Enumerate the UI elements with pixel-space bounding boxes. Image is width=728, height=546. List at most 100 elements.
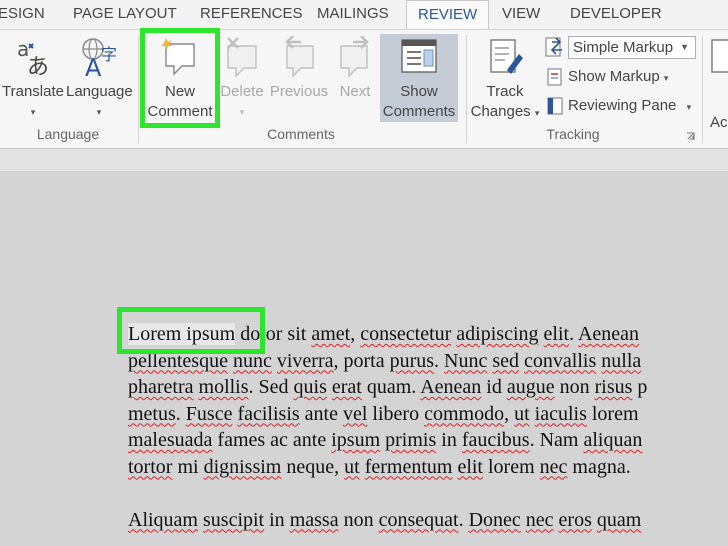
group-divider	[702, 35, 703, 143]
misspelled-word: purus	[389, 349, 435, 372]
track-changes-icon	[490, 39, 523, 74]
misspelled-word: erat	[331, 376, 362, 398]
misspelled-word: Donec	[468, 508, 521, 531]
text-run: ,	[350, 323, 361, 345]
ruler-strip	[0, 149, 728, 172]
text-run: non	[338, 508, 379, 531]
misspelled-word: malesuada	[128, 429, 213, 451]
accept-button[interactable]: Ac	[706, 36, 728, 131]
text-run: ,	[504, 402, 515, 425]
new-comment-highlight	[140, 28, 220, 128]
document-line: metus. Fusce facilisis ante vel libero c…	[128, 401, 647, 428]
group-divider	[466, 35, 467, 143]
misspelled-word: elit	[543, 323, 570, 345]
text-run: fames ac ante	[212, 429, 332, 451]
next-label: Next	[339, 83, 371, 100]
misspelled-word: elit	[457, 455, 483, 478]
delete-dropdown-caret: ▾	[239, 107, 245, 117]
selected-text-highlight	[117, 307, 265, 354]
show-markup-label: Show Markup	[568, 68, 660, 85]
previous-label: Previous	[269, 83, 329, 100]
accept-label: Ac	[710, 114, 728, 131]
show-comments-icon	[401, 39, 437, 73]
tab-references[interactable]: REFERENCES	[200, 5, 303, 22]
misspelled-word: adipiscing	[456, 323, 539, 345]
svg-text:あ: あ	[27, 55, 49, 78]
document-line: Aliquam suscipit in massa non consequat.…	[128, 507, 647, 534]
svg-text:字: 字	[101, 45, 117, 64]
show-comments-label-line2: Comments	[382, 103, 456, 120]
tab-mailings[interactable]: MAILINGS	[317, 5, 389, 22]
misspelled-word: Aenean	[420, 376, 482, 398]
svg-text:A: A	[85, 54, 102, 78]
document-line: pharetra mollis. Sed quis erat quam. Aen…	[128, 374, 647, 401]
language-button[interactable]: A 字 Language ▾	[66, 36, 133, 122]
misspelled-word: convallis	[524, 349, 597, 372]
text-run: lorem	[482, 455, 540, 478]
text-run: . Sed	[248, 376, 294, 398]
next-comment-button[interactable]: Next	[332, 36, 378, 102]
ribbon: a あ Translate ▾ A 字 Language ▾ Language …	[0, 28, 728, 149]
translate-button[interactable]: a あ Translate ▾	[2, 36, 64, 122]
misspelled-word: massa	[289, 508, 339, 531]
show-markup-button[interactable]: Show Markup ▾	[546, 65, 668, 89]
text-run: .	[458, 508, 469, 531]
misspelled-word: sed	[492, 349, 520, 372]
display-for-review-icon	[545, 37, 562, 57]
text-run: , porta	[333, 349, 390, 372]
tab-page-layout[interactable]: PAGE LAYOUT	[73, 5, 177, 22]
misspelled-word: facilisis	[237, 402, 300, 425]
track-changes-label-line2: Changes ▾	[470, 102, 540, 123]
tab-developer[interactable]: DEVELOPER	[570, 5, 662, 22]
text-run: .	[175, 402, 186, 425]
next-comment-icon	[340, 36, 369, 78]
tab-view[interactable]: VIEW	[502, 5, 540, 22]
misspelled-word: vel	[342, 402, 368, 425]
delete-comment-button[interactable]: Delete ▾	[218, 36, 266, 122]
text-run: . Nam	[529, 429, 584, 451]
misspelled-word: consectetur	[360, 323, 452, 345]
track-changes-button[interactable]: Track Changes ▾	[470, 36, 540, 123]
tab-design[interactable]: ESIGN	[0, 5, 45, 22]
misspelled-word: pharetra	[128, 376, 194, 398]
misspelled-word: ut	[514, 402, 530, 425]
text-run: in	[264, 508, 290, 531]
misspelled-word: aliquan	[583, 429, 643, 451]
translate-label: Translate	[2, 83, 64, 100]
misspelled-word: augue	[506, 376, 555, 398]
text-run: quam.	[361, 376, 421, 398]
accept-icon	[711, 39, 728, 73]
misspelled-word: Fusce	[185, 402, 233, 425]
language-label: Language	[66, 83, 133, 100]
language-icon: A 字	[82, 38, 117, 78]
tracking-group-label: Tracking	[546, 126, 600, 142]
text-run: ante	[299, 402, 343, 425]
misspelled-word: tortor	[128, 455, 173, 478]
misspelled-word: dignissim	[203, 455, 282, 478]
group-divider	[138, 35, 139, 143]
show-markup-caret: ▾	[663, 73, 669, 83]
text-run: .	[569, 323, 578, 345]
translate-dropdown-caret: ▾	[30, 107, 36, 117]
previous-comment-button[interactable]: Previous	[268, 36, 330, 102]
display-for-review-value: Simple Markup	[573, 39, 674, 56]
misspelled-word: risus	[594, 376, 633, 398]
chevron-down-icon: ▼	[680, 42, 689, 52]
text-run: p	[632, 376, 648, 398]
comments-group-label: Comments	[267, 126, 335, 142]
misspelled-word: quis	[293, 376, 327, 398]
reviewing-pane-button[interactable]: Reviewing Pane ▾	[546, 94, 691, 118]
misspelled-word: eros	[558, 508, 592, 531]
display-for-review-dropdown[interactable]: Simple Markup ▼	[568, 36, 696, 59]
dialog-launcher-icon[interactable]	[686, 132, 695, 141]
show-comments-button[interactable]: Show Comments	[380, 34, 458, 122]
document-line: tortor mi dignissim neque, ut fermentum …	[128, 454, 647, 481]
reviewing-pane-label: Reviewing Pane	[568, 97, 677, 114]
text-run: in	[436, 429, 462, 451]
tab-review[interactable]: REVIEW	[406, 0, 490, 29]
misspelled-word: nec	[525, 508, 554, 531]
document-line: malesuada fames ac ante ipsum primis in …	[128, 427, 647, 454]
misspelled-word: amet	[311, 323, 351, 345]
misspelled-word: iaculis	[534, 402, 587, 425]
